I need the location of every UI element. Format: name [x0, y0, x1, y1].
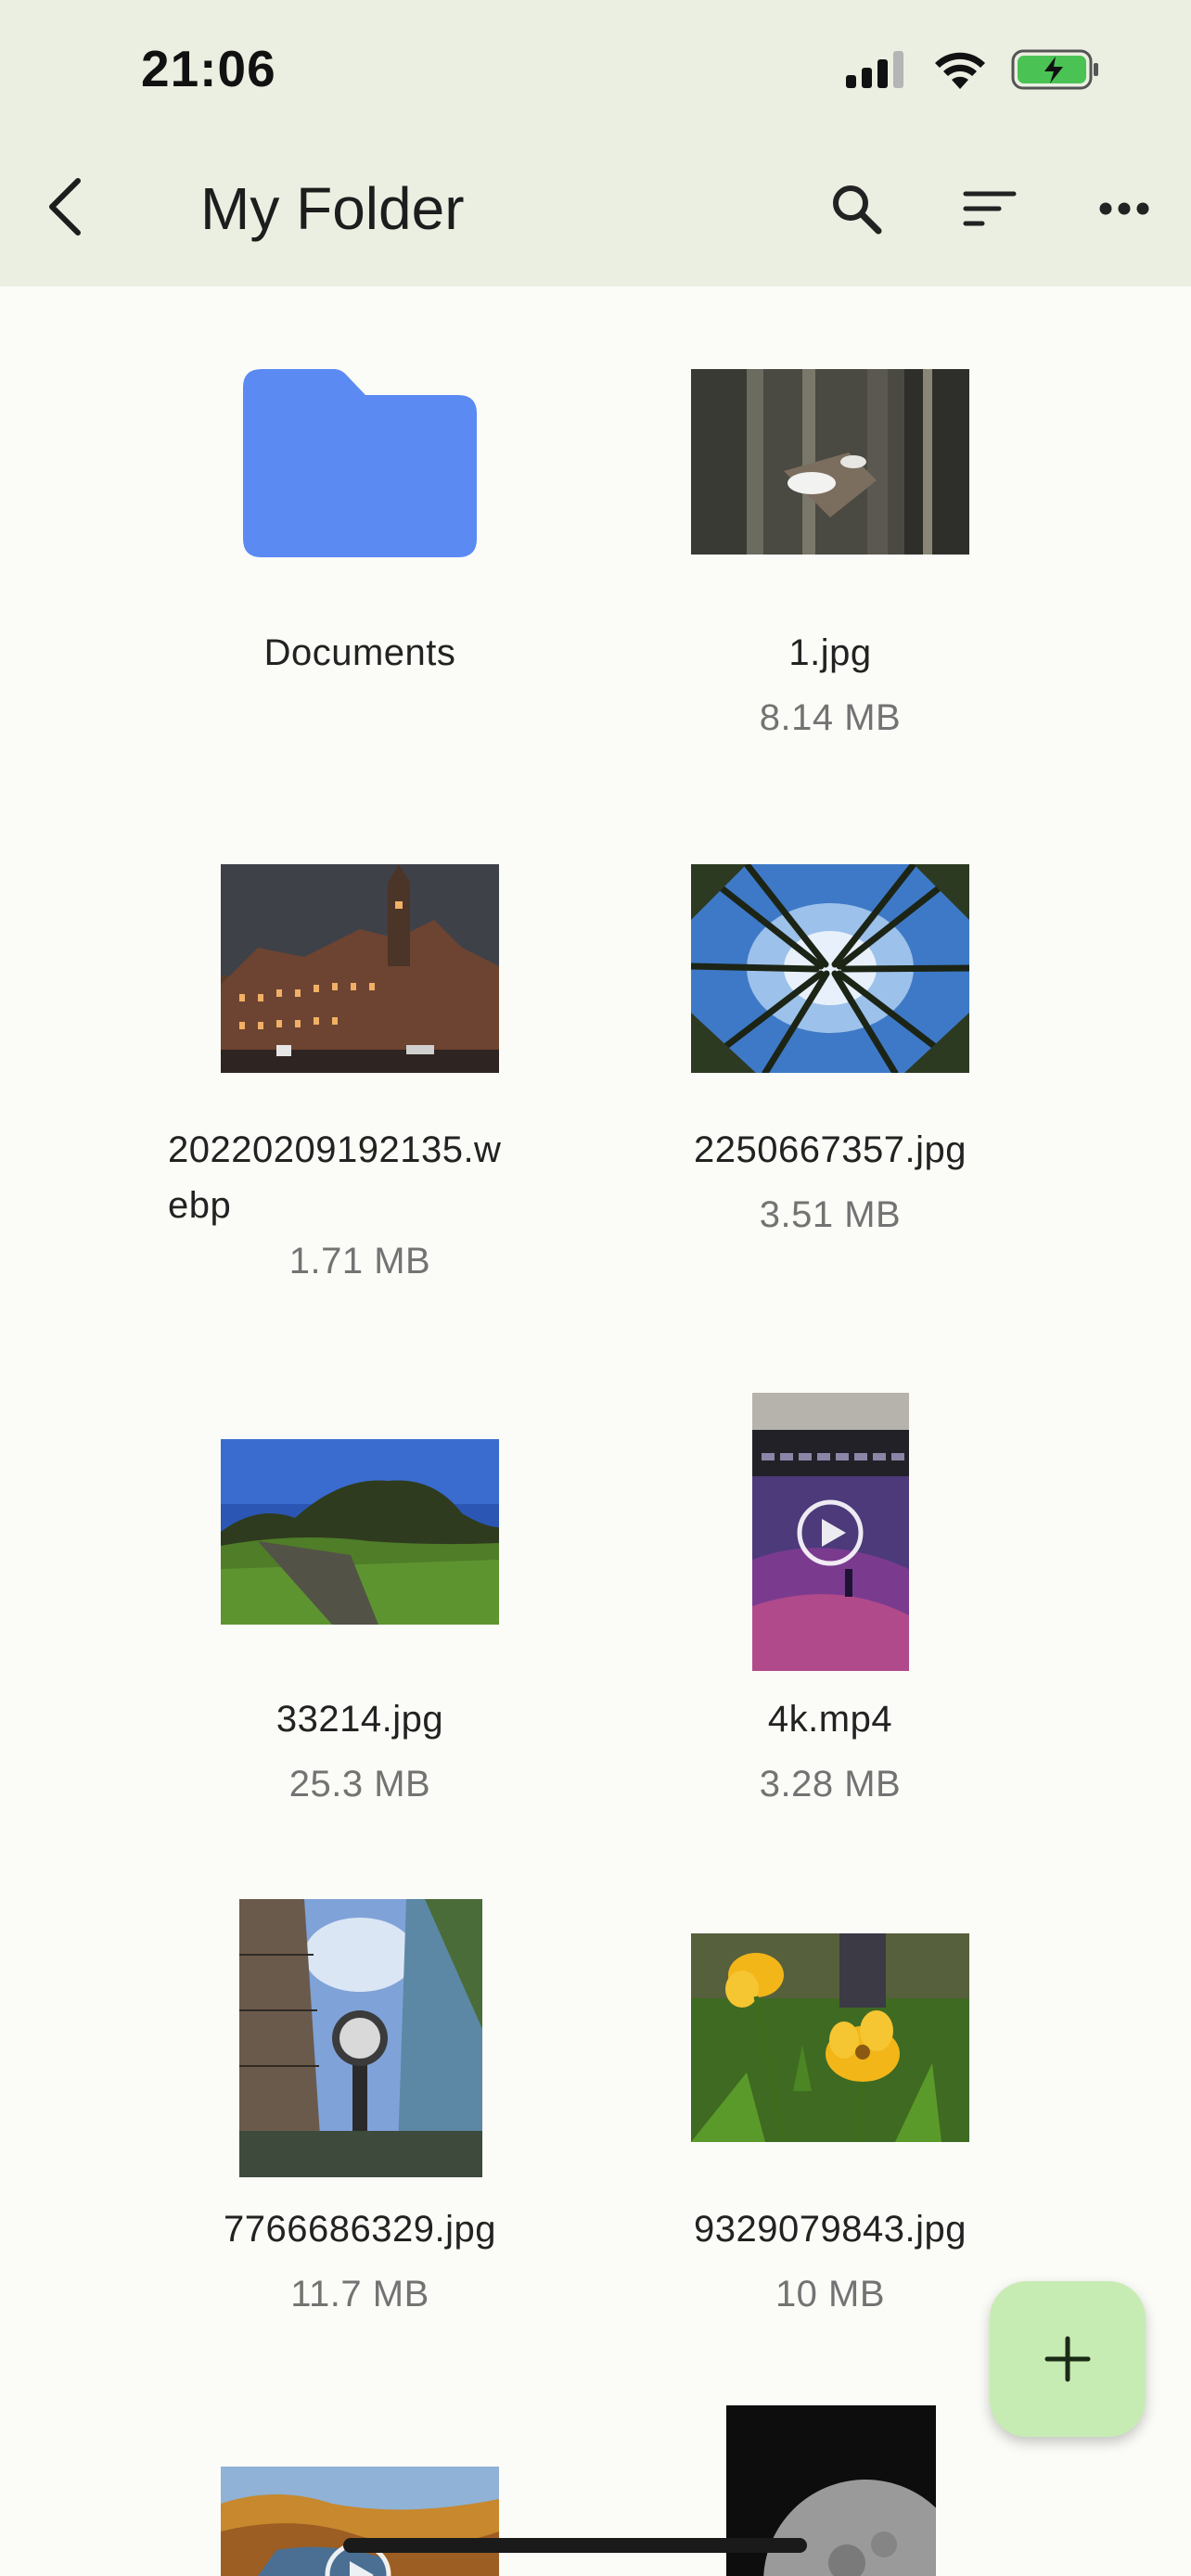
item-name: 4k.mp4 — [767, 1699, 893, 1740]
file-item[interactable]: 7766686329.jpg 11.7 MB — [124, 1892, 596, 2337]
sort-button[interactable] — [948, 167, 1031, 250]
folder-icon — [243, 369, 477, 557]
item-size: 1.71 MB — [288, 1241, 431, 1282]
search-icon — [833, 185, 882, 235]
item-name: 7766686329.jpg — [224, 2209, 496, 2250]
more-horizontal-icon — [1099, 202, 1149, 215]
signal-icon — [844, 49, 909, 95]
file-item[interactable]: 20220209192135.w ebp 1.71 MB — [124, 844, 596, 1326]
add-fab[interactable] — [990, 2281, 1146, 2437]
status-icons — [844, 48, 1100, 96]
folder-item[interactable]: Documents — [124, 343, 596, 770]
item-size: 8.14 MB — [759, 697, 902, 738]
item-name: 1.jpg — [788, 632, 872, 673]
file-item[interactable]: 9329079843.jpg 10 MB — [595, 1892, 1066, 2337]
item-name-wrap: ebp — [168, 1185, 232, 1226]
image-thumbnail — [221, 864, 499, 1073]
app-bar: 21:06 My Folder — [0, 0, 1191, 287]
item-name: 2250667357.jpg — [694, 1129, 967, 1170]
file-item[interactable]: 2250667357.jpg 3.51 MB — [595, 844, 1066, 1270]
image-thumbnail — [691, 369, 969, 555]
item-size: 3.28 MB — [759, 1764, 902, 1804]
home-indicator[interactable] — [343, 2538, 807, 2553]
status-time: 21:06 — [141, 40, 276, 97]
item-name: 33214.jpg — [275, 1699, 444, 1740]
image-thumbnail — [691, 1933, 969, 2142]
file-item[interactable]: 33214.jpg 25.3 MB — [124, 1382, 596, 1836]
search-button[interactable] — [814, 167, 898, 250]
battery-icon — [1011, 48, 1100, 96]
item-name: 9329079843.jpg — [694, 2209, 967, 2250]
item-size: 25.3 MB — [288, 1764, 431, 1804]
file-item[interactable]: 4k.mp4 3.28 MB — [595, 1382, 1066, 1836]
item-size: 11.7 MB — [290, 2274, 429, 2315]
item-name: 20220209192135.w — [168, 1129, 502, 1170]
image-thumbnail — [221, 1439, 499, 1625]
sort-icon — [963, 191, 1017, 226]
image-thumbnail — [239, 1899, 482, 2177]
item-size: 3.51 MB — [759, 1194, 902, 1235]
back-button[interactable] — [28, 165, 102, 249]
plus-icon — [1044, 2336, 1091, 2382]
image-thumbnail — [691, 864, 969, 1073]
more-button[interactable] — [1082, 167, 1166, 250]
item-name: Documents — [263, 632, 456, 673]
chevron-left-icon — [49, 178, 81, 236]
play-icon — [796, 1498, 864, 1567]
wifi-icon — [931, 48, 989, 96]
file-item[interactable]: 1.jpg 8.14 MB — [595, 343, 1066, 770]
page-title: My Folder — [200, 175, 465, 242]
